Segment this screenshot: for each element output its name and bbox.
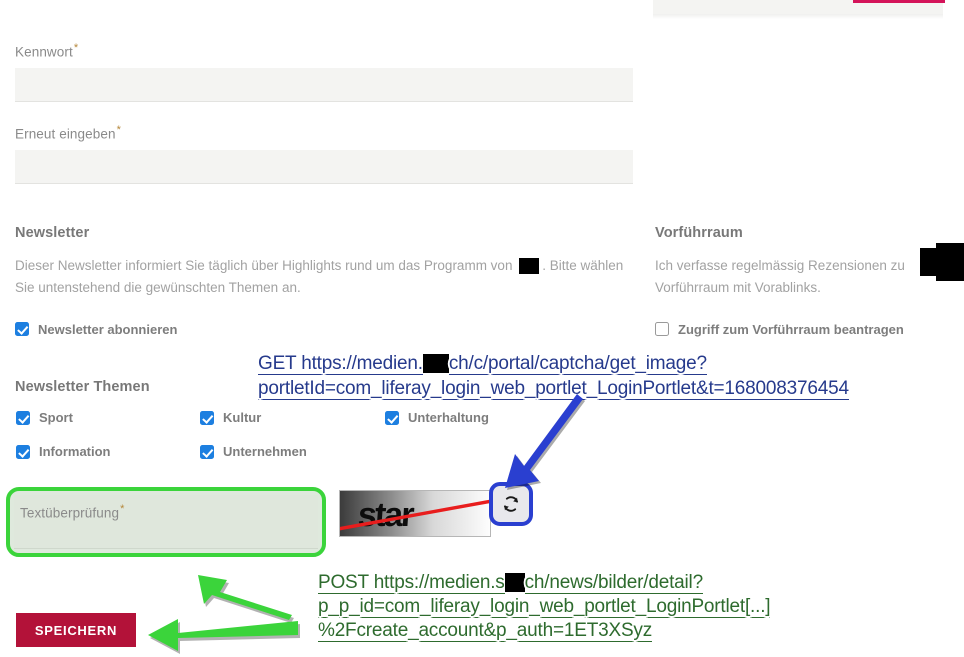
checkbox-topic-unternehmen[interactable]: Unternehmen [200, 444, 307, 459]
erneut-eingeben-input[interactable] [15, 149, 633, 184]
captcha-input-inner[interactable]: Textüberprüfung* [14, 495, 318, 549]
annotation-get-request-line1: GET https://medien. ch/c/portal/captcha/g… [258, 353, 707, 375]
checkbox-icon-unchecked[interactable] [655, 322, 669, 337]
redacted-brand-name-vorfuehrraum-extend [936, 243, 964, 281]
cut-off-input-underline-accent [853, 0, 945, 3]
checkbox-topic-label: Sport [39, 410, 73, 425]
captcha-image: star [339, 490, 491, 537]
required-indicator: * [116, 124, 121, 136]
newsletter-section: Newsletter Dieser Newsletter informiert … [15, 225, 633, 337]
green-arrow-to-save-button [148, 619, 300, 654]
field-kennwort: Kennwort* [15, 42, 633, 102]
newsletter-description: Dieser Newsletter informiert Sie täglich… [15, 255, 633, 300]
checkbox-icon-checked[interactable] [385, 410, 399, 425]
checkbox-topic-label: Unterhaltung [408, 410, 489, 425]
field-kennwort-label: Kennwort* [15, 42, 79, 60]
checkbox-topic-sport[interactable]: Sport [16, 410, 73, 425]
checkbox-topic-unterhaltung[interactable]: Unterhaltung [385, 410, 489, 425]
checkbox-topic-label: Unternehmen [223, 444, 307, 459]
blue-arrow-to-refresh [505, 394, 585, 490]
checkbox-icon-checked[interactable] [200, 410, 214, 425]
vorfuehrraum-description-part2: Vorführraum mit Vorablinks. [655, 280, 821, 296]
redacted-domain [422, 354, 449, 374]
checkbox-zugriff-vorfuehrraum-label: Zugriff zum Vorführraum beantragen [678, 321, 904, 337]
vorfuehrraum-description-part1: Ich verfasse regelmässig Rezensionen zu [655, 258, 905, 273]
required-indicator: * [120, 503, 125, 515]
checkbox-zugriff-vorfuehrraum[interactable]: Zugriff zum Vorführraum beantragen [655, 322, 964, 337]
captcha-input-label: Textüberprüfung* [20, 503, 125, 521]
captcha-strike-line [340, 499, 490, 531]
save-button[interactable]: SPEICHERN [16, 613, 136, 647]
field-erneut-eingeben-label: Erneut eingeben* [15, 124, 121, 142]
vorfuehrraum-section: Vorführraum Ich verfasse regelmässig Rez… [655, 225, 964, 337]
annotation-post-request-line3: %2Fcreate_account&p_auth=1ET3XSyz [318, 620, 653, 642]
vorfuehrraum-title: Vorführraum [655, 225, 743, 241]
checkbox-icon-checked[interactable] [200, 444, 214, 459]
vorfuehrraum-description: Ich verfasse regelmässig Rezensionen zu … [655, 255, 964, 300]
required-indicator: * [73, 42, 79, 54]
checkbox-newsletter-abonnieren-label: Newsletter abonnieren [38, 321, 178, 337]
annotation-post-request-line2: p_p_id=com_liferay_login_web_portlet_Log… [318, 596, 771, 618]
newsletter-description-part1: Dieser Newsletter informiert Sie täglich… [15, 258, 513, 273]
annotation-post-request-line1: POST https://medien.s ch/news/bilder/deta… [318, 572, 703, 594]
checkbox-topic-kultur[interactable]: Kultur [200, 410, 261, 425]
field-erneut-eingeben: Erneut eingeben* [15, 124, 633, 184]
checkbox-topic-information[interactable]: Information [16, 444, 111, 459]
checkbox-icon-checked[interactable] [15, 322, 29, 337]
checkbox-topic-label: Information [39, 444, 111, 459]
checkbox-newsletter-abonnieren[interactable]: Newsletter abonnieren [15, 322, 633, 337]
redacted-brand-name [519, 258, 540, 275]
newsletter-title: Newsletter [15, 225, 90, 241]
cut-off-panel-shadow [653, 14, 943, 19]
save-button-label: SPEICHERN [34, 622, 118, 638]
checkbox-topic-label: Kultur [223, 410, 262, 425]
kennwort-input[interactable] [15, 67, 633, 102]
checkbox-icon-checked[interactable] [16, 444, 30, 459]
redacted-domain [504, 573, 525, 593]
checkbox-icon-checked[interactable] [16, 410, 30, 425]
